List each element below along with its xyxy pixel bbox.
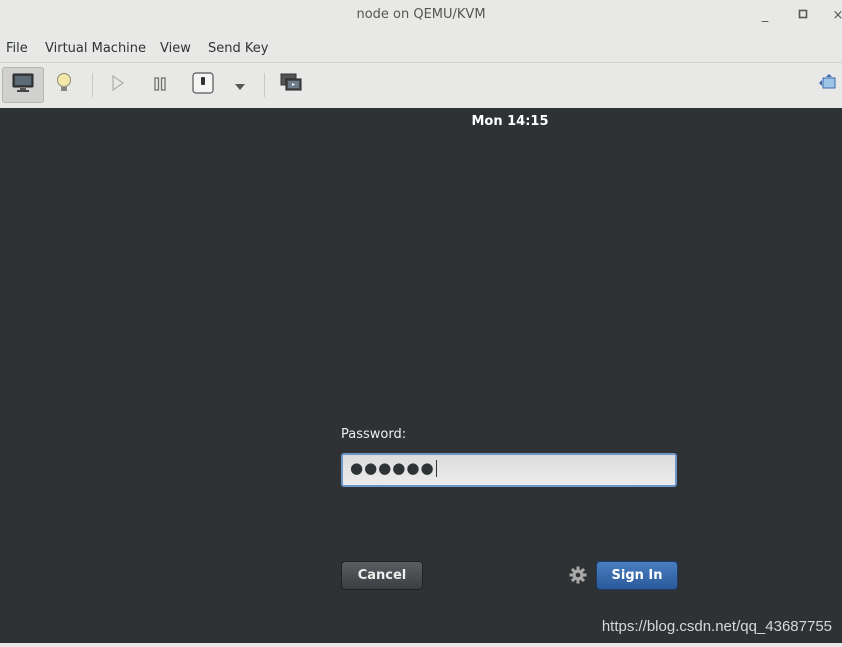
password-field[interactable]: ●●●●●● xyxy=(341,453,677,487)
close-button[interactable]: × xyxy=(828,6,842,26)
shutdown-button[interactable] xyxy=(183,67,223,103)
text-caret xyxy=(435,460,437,477)
power-icon xyxy=(192,72,214,98)
cancel-button[interactable]: Cancel xyxy=(341,561,423,590)
chevron-down-icon xyxy=(234,76,246,95)
sign-in-button[interactable]: Sign In xyxy=(596,561,678,590)
toolbar xyxy=(0,63,842,107)
gear-icon xyxy=(568,566,588,589)
show-console-button[interactable] xyxy=(2,67,44,103)
fullscreen-button[interactable] xyxy=(814,67,842,103)
toolbar-separator xyxy=(264,73,265,97)
virt-viewer-window: node on QEMU/KVM _ × File Virtual Machin… xyxy=(0,0,842,647)
show-details-button[interactable] xyxy=(44,67,84,103)
snapshots-icon xyxy=(280,73,302,97)
lightbulb-icon xyxy=(56,72,72,98)
close-icon: × xyxy=(832,8,842,23)
pause-icon xyxy=(153,76,167,95)
session-settings-button[interactable] xyxy=(568,565,588,585)
run-button[interactable] xyxy=(98,67,138,103)
play-icon xyxy=(111,74,125,95)
toolbar-separator xyxy=(92,73,93,97)
menu-virtual-machine[interactable]: Virtual Machine xyxy=(45,41,146,56)
monitor-icon xyxy=(12,73,34,97)
menu-view[interactable]: View xyxy=(160,41,191,56)
pause-button[interactable] xyxy=(140,67,180,103)
menu-file[interactable]: File xyxy=(6,41,28,56)
vm-console-display[interactable]: Mon 14:15 Password: ●●●●●● Cancel Sign I… xyxy=(0,108,842,643)
title-bar: node on QEMU/KVM _ × xyxy=(0,0,842,34)
maximize-icon xyxy=(798,8,808,23)
window-bottom-edge xyxy=(0,643,842,647)
clock-label: Mon 14:15 xyxy=(471,114,549,129)
maximize-button[interactable] xyxy=(793,6,813,26)
minimize-icon: _ xyxy=(761,8,769,23)
window-title: node on QEMU/KVM xyxy=(356,7,486,22)
menu-send-key[interactable]: Send Key xyxy=(208,41,268,56)
watermark-text: https://blog.csdn.net/qq_43687755 xyxy=(601,618,832,635)
snapshots-button[interactable] xyxy=(271,67,311,103)
fullscreen-icon xyxy=(817,72,839,98)
minimize-button[interactable]: _ xyxy=(755,6,775,26)
shutdown-menu-button[interactable] xyxy=(222,67,258,103)
password-value: ●●●●●● xyxy=(350,459,437,477)
menu-bar: File Virtual Machine View Send Key xyxy=(0,38,842,60)
password-label: Password: xyxy=(341,427,407,442)
